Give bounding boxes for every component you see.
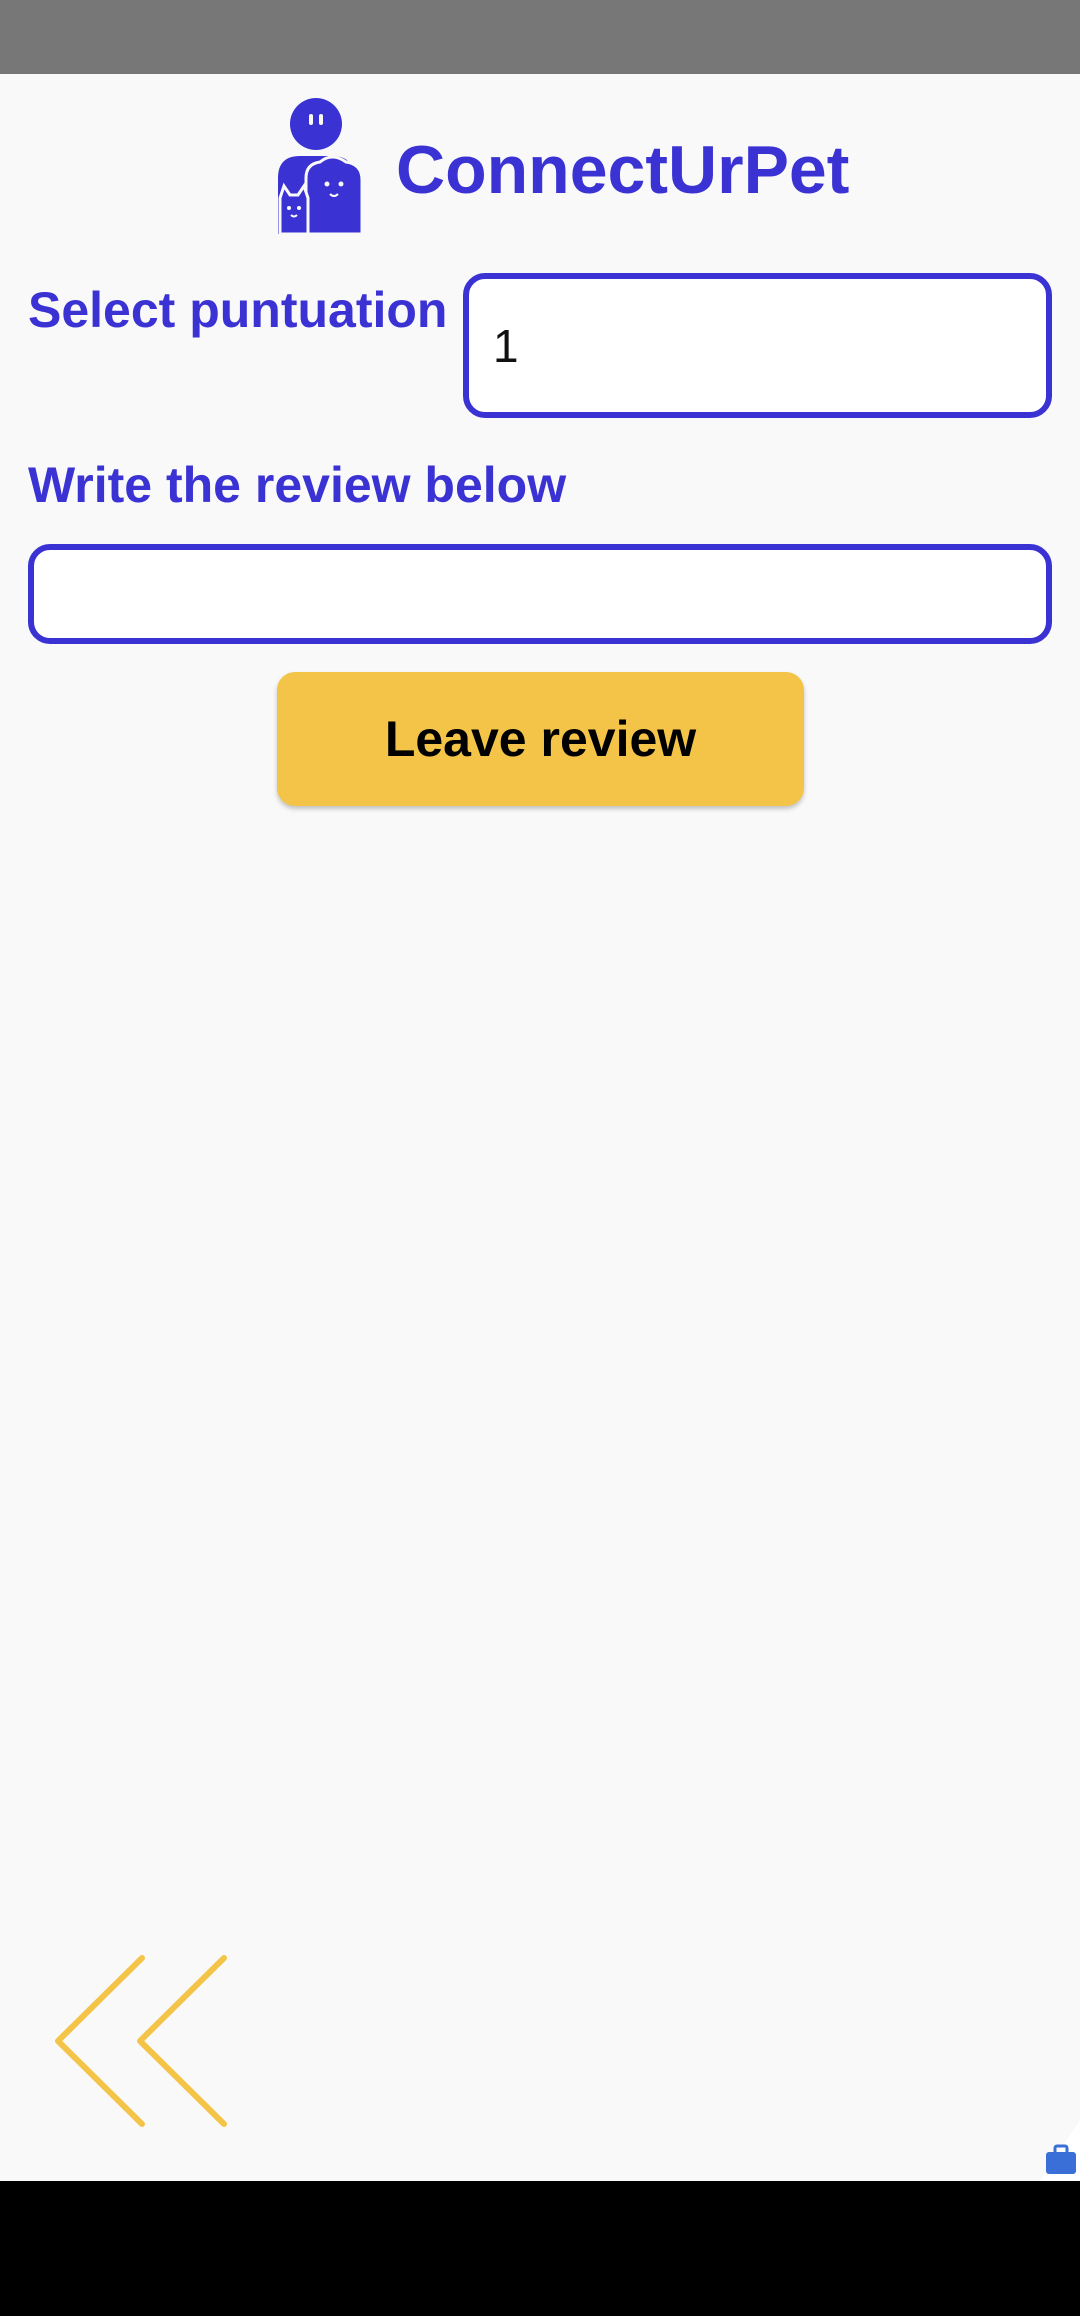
- score-input[interactable]: [463, 273, 1052, 418]
- status-bar: [0, 0, 1080, 74]
- score-label: Select puntuation: [28, 282, 448, 338]
- navigation-bar: [0, 2181, 1080, 2316]
- person-with-pets-icon: [278, 98, 364, 234]
- leave-review-button[interactable]: Leave review: [277, 672, 804, 806]
- review-input[interactable]: [28, 544, 1052, 644]
- app-header: ConnectUrPet: [0, 98, 1080, 238]
- review-label: Write the review below: [28, 457, 567, 513]
- corner-badge: [1040, 2120, 1080, 2181]
- briefcase-icon: [1040, 2120, 1080, 2181]
- double-chevron-left-icon: [55, 1955, 227, 2127]
- app-title: ConnectUrPet: [396, 132, 850, 208]
- back-button[interactable]: [48, 1950, 238, 2130]
